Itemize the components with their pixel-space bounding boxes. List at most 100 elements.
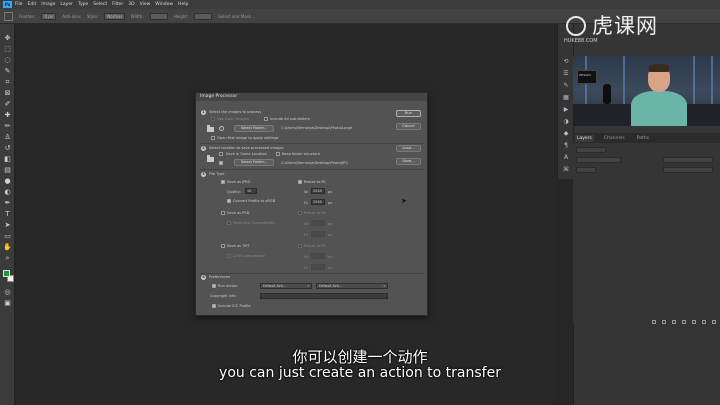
antialias-label[interactable]: Anti-alias (62, 14, 81, 19)
maximize-compat-checkbox[interactable] (227, 221, 231, 225)
screen-mode-icon[interactable]: ▣ (3, 299, 12, 307)
libraries-panel-icon[interactable]: ⌘ (562, 166, 570, 174)
brush-panel-icon[interactable]: ✎ (562, 82, 570, 90)
menu-edit[interactable]: Edit (28, 2, 37, 7)
healing-icon[interactable]: ✚ (3, 111, 12, 119)
menu-3d[interactable]: 3D (128, 2, 134, 7)
quick-select-icon[interactable]: ✎ (3, 67, 12, 75)
select-folder-radio[interactable] (219, 161, 223, 165)
path-select-icon[interactable]: ➤ (3, 221, 12, 229)
cancel-button[interactable]: Cancel (396, 123, 421, 130)
tiff-width-input[interactable] (311, 253, 325, 259)
use-open-images-checkbox[interactable] (211, 117, 215, 121)
lzw-checkbox[interactable] (227, 254, 231, 258)
select-mask-button[interactable]: Select and Mask... (218, 14, 255, 19)
menu-type[interactable]: Type (78, 2, 88, 7)
quick-mask-icon[interactable]: ◎ (3, 288, 12, 296)
link-layers-icon[interactable] (652, 320, 656, 324)
jpeg-width-input[interactable]: 2048 (311, 188, 325, 194)
shape-icon[interactable]: ▭ (3, 232, 12, 240)
properties-panel-icon[interactable]: ☰ (562, 70, 570, 78)
quality-input[interactable]: 10 (245, 188, 257, 194)
menu-filter[interactable]: Filter (112, 2, 123, 7)
load-button[interactable]: Load... (396, 145, 421, 152)
action-set-select[interactable]: Default Acti... ▾ (260, 283, 312, 289)
eyedropper-icon[interactable]: ✐ (3, 100, 12, 108)
menu-help[interactable]: Help (178, 2, 188, 7)
adjustments-panel-icon[interactable]: ◑ (562, 118, 570, 126)
blur-icon[interactable]: ● (3, 177, 12, 185)
move-tool-icon[interactable]: ✥ (3, 34, 12, 42)
save-psd-checkbox[interactable] (221, 211, 225, 215)
menu-window[interactable]: Window (155, 2, 173, 7)
resize-jpeg-checkbox[interactable] (298, 180, 302, 184)
fill-field[interactable] (663, 167, 713, 173)
opacity-field[interactable] (663, 157, 713, 163)
paragraph-panel-icon[interactable]: ¶ (562, 142, 570, 150)
jpeg-height-input[interactable]: 2048 (311, 199, 325, 205)
lasso-icon[interactable]: ◌ (3, 56, 12, 64)
run-action-checkbox[interactable] (212, 284, 216, 288)
menu-image[interactable]: Image (41, 2, 55, 7)
tab-paths[interactable]: Paths (635, 135, 651, 142)
crop-icon[interactable]: ⌗ (3, 78, 12, 86)
tab-channels[interactable]: Channels (602, 135, 627, 142)
keep-folder-structure-checkbox[interactable] (276, 152, 280, 156)
action-name-select[interactable]: Default Acti... ▾ (316, 283, 388, 289)
height-input[interactable] (194, 12, 213, 20)
menu-file[interactable]: File (15, 2, 23, 7)
include-icc-checkbox[interactable] (212, 304, 216, 308)
delete-layer-icon[interactable] (712, 320, 716, 324)
menu-layer[interactable]: Layer (60, 2, 73, 7)
history-panel-icon[interactable]: ⟲ (562, 58, 570, 66)
brush-icon[interactable]: ✏ (3, 122, 12, 130)
frame-icon[interactable]: ⊠ (3, 89, 12, 97)
save-tiff-checkbox[interactable] (221, 244, 225, 248)
psd-height-input[interactable] (311, 231, 325, 237)
pen-icon[interactable]: ✒ (3, 199, 12, 207)
convert-srgb-checkbox[interactable] (227, 199, 231, 203)
lock-controls[interactable] (576, 167, 596, 173)
zoom-icon[interactable]: ⌕ (3, 254, 12, 262)
dodge-icon[interactable]: ◐ (3, 188, 12, 196)
resize-tiff-checkbox[interactable] (298, 244, 302, 248)
new-group-icon[interactable] (692, 320, 696, 324)
stamp-icon[interactable]: ♙ (3, 133, 12, 141)
character-panel-icon[interactable]: A (562, 154, 570, 162)
blend-mode-select[interactable] (576, 157, 621, 163)
include-subfolders-checkbox[interactable] (264, 117, 268, 121)
add-mask-icon[interactable] (672, 320, 676, 324)
eraser-icon[interactable]: ◧ (3, 155, 12, 163)
gradient-icon[interactable]: ▤ (3, 166, 12, 174)
layer-style-icon[interactable] (662, 320, 666, 324)
select-destination-folder-button[interactable]: Select Folder... (234, 159, 274, 166)
marquee-icon[interactable]: ⬚ (3, 45, 12, 53)
save-button[interactable]: Save... (396, 158, 421, 165)
menu-select[interactable]: Select (93, 2, 107, 7)
layer-filter-kind[interactable] (576, 147, 606, 153)
adjustment-layer-icon[interactable] (682, 320, 686, 324)
actions-panel-icon[interactable]: ▶ (562, 106, 570, 114)
dialog-titlebar[interactable]: Image Processor (196, 93, 427, 101)
psd-width-input[interactable] (311, 220, 325, 226)
save-jpeg-checkbox[interactable] (221, 180, 225, 184)
new-layer-icon[interactable] (702, 320, 706, 324)
open-first-image-checkbox[interactable] (211, 136, 215, 140)
history-brush-icon[interactable]: ↺ (3, 144, 12, 152)
tiff-height-input[interactable] (311, 264, 325, 270)
hand-icon[interactable]: ✋ (3, 243, 12, 251)
width-input[interactable] (149, 12, 168, 20)
select-source-folder-button[interactable]: Select Folder... (234, 125, 274, 132)
run-button[interactable]: Run (396, 110, 421, 117)
save-same-location-radio[interactable] (219, 152, 223, 156)
swatches-panel-icon[interactable]: ▦ (562, 94, 570, 102)
marquee-tool-icon[interactable] (4, 11, 13, 21)
style-select[interactable]: Normal (104, 12, 125, 20)
foreground-color-swatch[interactable] (3, 270, 10, 277)
resize-psd-checkbox[interactable] (298, 211, 302, 215)
styles-panel-icon[interactable]: ◆ (562, 130, 570, 138)
copyright-input[interactable] (260, 293, 388, 299)
feather-input[interactable]: 0 px (41, 12, 57, 20)
tab-layers[interactable]: Layers (575, 134, 594, 142)
menu-view[interactable]: View (140, 2, 151, 7)
